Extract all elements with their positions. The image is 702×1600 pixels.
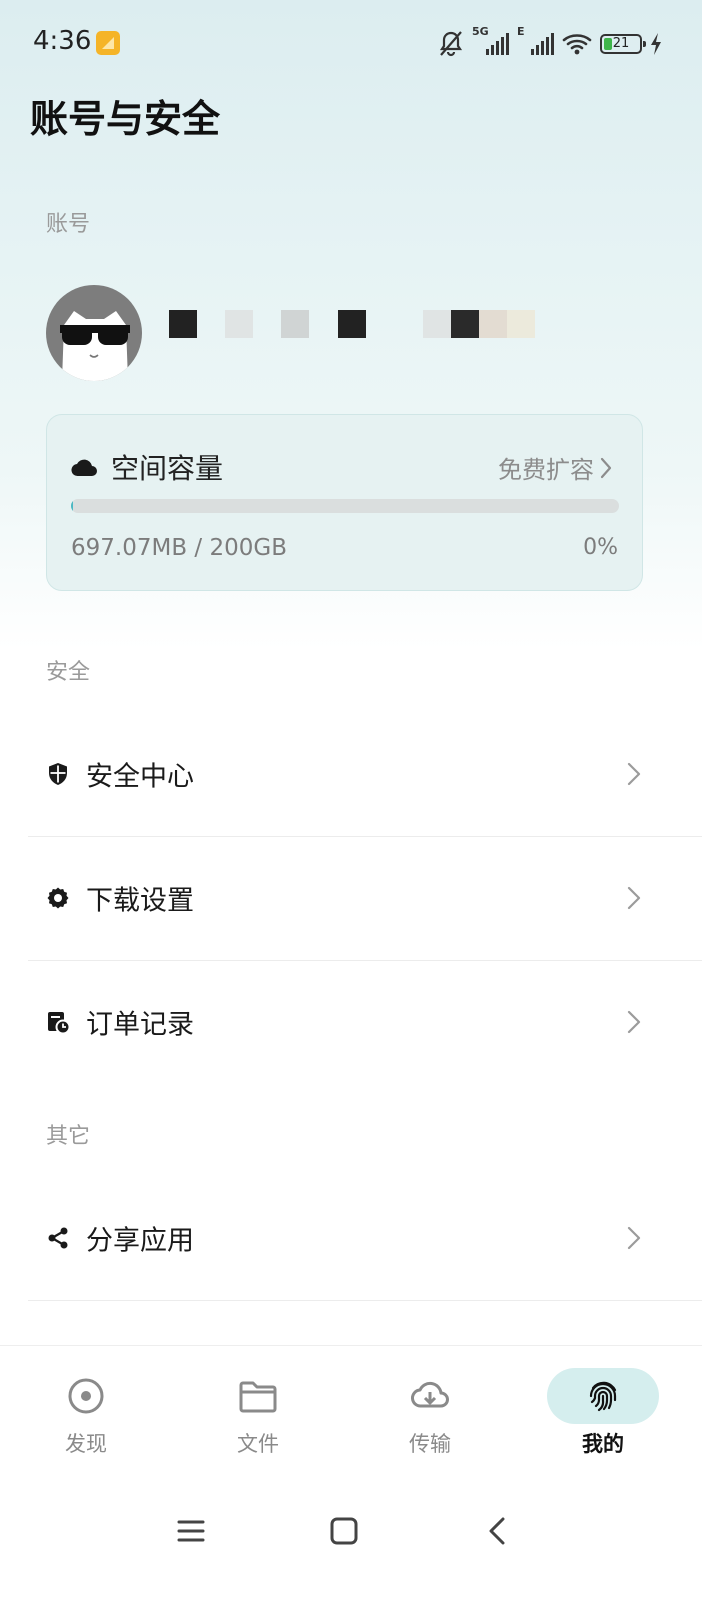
storage-card[interactable]: 空间容量 免费扩容 697.07MB / 200GB 0% bbox=[46, 414, 643, 591]
storage-usage-text: 697.07MB / 200GB bbox=[71, 535, 287, 561]
battery-level: 21 bbox=[612, 36, 630, 51]
menu-item-label: 下载设置 bbox=[86, 885, 194, 917]
status-bar: 4:36 5G E 21 bbox=[0, 0, 702, 88]
battery-icon: 21 bbox=[600, 34, 646, 54]
shield-icon bbox=[49, 763, 67, 785]
order-history-icon bbox=[48, 1012, 70, 1034]
network-5g-label: 5G bbox=[472, 25, 489, 38]
menu-item-label: 分享应用 bbox=[86, 1225, 194, 1257]
menu-item-share-app[interactable]: 分享应用 bbox=[28, 1176, 702, 1300]
app-notification-icon bbox=[96, 31, 120, 55]
bottom-nav: 发现 文件 传输 我的 bbox=[0, 1345, 702, 1485]
nav-item-mine[interactable]: 我的 bbox=[543, 1366, 663, 1466]
avatar[interactable] bbox=[46, 285, 142, 381]
storage-title-row: 空间容量 bbox=[71, 447, 223, 487]
chevron-right-icon bbox=[627, 762, 641, 786]
nav-item-discover[interactable]: 发现 bbox=[26, 1366, 146, 1466]
menu-item-security-center[interactable]: 安全中心 bbox=[28, 712, 702, 836]
cloud-icon bbox=[71, 459, 97, 477]
free-expand-label: 免费扩容 bbox=[498, 456, 594, 484]
nav-label: 传输 bbox=[409, 1432, 451, 1456]
menu-item-label: 安全中心 bbox=[86, 761, 194, 793]
username-mask-block bbox=[479, 310, 507, 338]
free-expand-link[interactable]: 免费扩容 bbox=[498, 450, 612, 485]
cat-sunglasses-avatar-icon bbox=[60, 311, 130, 381]
storage-title: 空间容量 bbox=[111, 452, 224, 485]
system-nav-bar bbox=[0, 1485, 702, 1600]
folder-icon bbox=[239, 1381, 277, 1413]
gear-icon bbox=[47, 887, 69, 909]
username-mask-block bbox=[451, 310, 479, 338]
account-section-label: 账号 bbox=[46, 212, 91, 237]
storage-progress-bar bbox=[71, 499, 619, 513]
username-mask-block bbox=[169, 310, 197, 338]
storage-progress-fill bbox=[71, 499, 73, 513]
security-section-label: 安全 bbox=[46, 660, 91, 685]
menu-item-download-settings[interactable]: 下载设置 bbox=[28, 836, 702, 960]
menu-icon[interactable] bbox=[171, 1511, 211, 1551]
username-mask-block bbox=[423, 310, 451, 338]
network-e-label: E bbox=[517, 25, 525, 38]
discover-icon bbox=[68, 1378, 104, 1414]
chevron-right-icon bbox=[600, 457, 612, 478]
charging-icon bbox=[651, 33, 661, 55]
signal-e-icon: E bbox=[517, 25, 554, 55]
username-mask-block bbox=[338, 310, 366, 338]
nav-label: 我的 bbox=[582, 1432, 624, 1456]
divider bbox=[28, 1300, 702, 1301]
nav-label: 文件 bbox=[237, 1432, 279, 1456]
bell-muted-icon bbox=[439, 31, 463, 57]
menu-item-order-history[interactable]: 订单记录 bbox=[28, 960, 702, 1084]
chevron-right-icon bbox=[627, 886, 641, 910]
wifi-icon bbox=[562, 34, 592, 55]
share-icon bbox=[48, 1227, 68, 1249]
other-section-label: 其它 bbox=[46, 1124, 91, 1149]
signal-5g-icon: 5G bbox=[472, 25, 509, 55]
username-mask-block bbox=[507, 310, 535, 338]
home-icon[interactable] bbox=[324, 1511, 364, 1551]
nav-item-files[interactable]: 文件 bbox=[198, 1366, 318, 1466]
cloud-download-icon bbox=[411, 1381, 449, 1408]
storage-percent-text: 0% bbox=[583, 535, 618, 560]
nav-label: 发现 bbox=[65, 1432, 107, 1456]
status-indicators: 5G E 21 bbox=[438, 25, 662, 60]
fingerprint-icon bbox=[589, 1381, 617, 1412]
back-icon[interactable] bbox=[477, 1511, 517, 1551]
username-mask-block bbox=[225, 310, 253, 338]
chevron-right-icon bbox=[627, 1010, 641, 1034]
username-mask-block bbox=[281, 310, 309, 338]
page-title: 账号与安全 bbox=[30, 97, 221, 141]
menu-item-label: 订单记录 bbox=[86, 1009, 194, 1041]
battery-fill bbox=[604, 38, 612, 50]
chevron-right-icon bbox=[627, 1226, 641, 1250]
nav-item-transfer[interactable]: 传输 bbox=[370, 1366, 490, 1466]
status-time: 4:36 bbox=[33, 26, 92, 56]
